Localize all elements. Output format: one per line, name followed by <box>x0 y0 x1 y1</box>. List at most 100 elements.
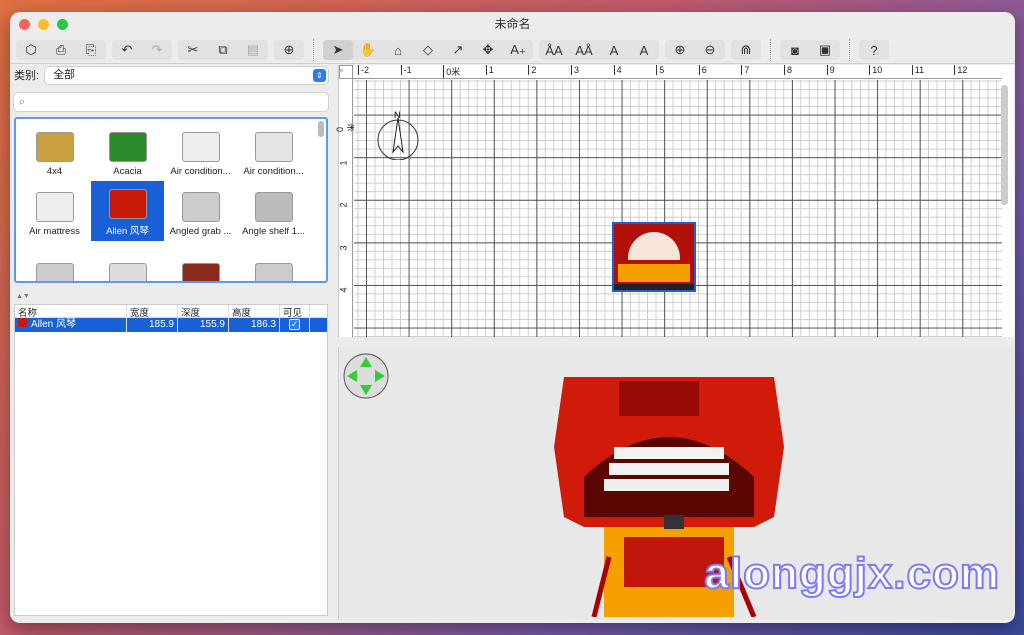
catalog-item-label: Angle shelf 1... <box>242 226 305 237</box>
scrollbar[interactable] <box>318 121 324 137</box>
ruler-tick-label: 2 <box>528 65 536 75</box>
furniture-thumbnail-icon <box>254 192 293 222</box>
plan-grid <box>354 80 1002 337</box>
video-icon[interactable]: ▣ <box>810 40 840 60</box>
ruler-tick-label: 10 <box>869 65 882 75</box>
search-input[interactable]: ⌕ <box>14 93 328 111</box>
title-bar: 未命名 <box>10 12 1015 37</box>
col-visible[interactable]: 可见 <box>280 305 310 319</box>
undo-icon[interactable]: ↶ <box>112 40 142 60</box>
catalog-item[interactable]: Acacia <box>91 121 164 181</box>
catalog-item[interactable]: Air condition... <box>237 121 310 181</box>
catalog-item-label: Acacia <box>113 166 142 177</box>
pan-icon[interactable]: ✋ <box>353 40 383 60</box>
horizontal-ruler: -2 -1 0米 1 2 3 4 5 6 7 8 9 10 11 12 <box>353 65 1002 79</box>
furniture-thumbnail-icon <box>108 132 147 162</box>
col-height[interactable]: 高度 <box>229 305 280 319</box>
category-value: 全部 <box>53 68 76 81</box>
navigation-arrows-icon[interactable] <box>343 353 389 399</box>
catalog-item[interactable]: 4x4 <box>18 121 91 181</box>
ruler-tick-label: 3 <box>571 65 579 75</box>
zoom-out-icon[interactable]: ⊖ <box>695 40 725 60</box>
open-icon[interactable]: ⎙ <box>46 40 76 60</box>
organ-icon <box>18 318 27 327</box>
close-button[interactable] <box>19 19 30 30</box>
paste-icon[interactable]: ▤ <box>238 40 268 60</box>
ruler-tick-label: 7 <box>741 65 749 75</box>
save-icon[interactable]: ⎘ <box>76 40 106 60</box>
row-depth: 155.9 <box>178 318 229 332</box>
catalog-item[interactable] <box>237 241 310 281</box>
catalog-item[interactable] <box>164 241 237 281</box>
visible-checkbox[interactable]: ✓ <box>289 319 300 330</box>
new-home-icon[interactable]: ⬡ <box>16 40 46 60</box>
catalog-item-label: Angled grab ... <box>169 226 232 237</box>
search-icon: ⌕ <box>19 96 26 108</box>
help-icon[interactable]: ? <box>859 40 889 60</box>
catalog-item[interactable] <box>18 241 91 281</box>
copy-icon[interactable]: ⧉ <box>208 40 238 60</box>
bold-icon[interactable]: A <box>599 40 629 60</box>
app-window: 未命名 ⬡ ⎙ ⎘ ↶ ↷ ✂ ⧉ ▤ ⊕ ➤ ✋ ⌂ ◇ ↗ ✥ A₊ ÅA AÅ A A ⊕ ⊖ ⋒ ◙ ▣? 类别: 全部… <box>10 12 1015 623</box>
ruler-tick-label: -1 <box>400 65 412 75</box>
toolbar-group: ◙ ▣ <box>780 40 840 60</box>
3d-view[interactable]: alonggjx.com <box>338 347 1014 619</box>
category-select[interactable]: 全部 ⇕ <box>45 66 328 84</box>
toolbar-group: ⬡ ⎙ ⎘ <box>16 40 106 60</box>
toolbar-group: ✂ ⧉ ▤ <box>178 40 268 60</box>
table-row[interactable]: Allen 风琴 185.9 155.9 186.3 ✓ <box>15 318 327 332</box>
italic-icon[interactable]: A <box>629 40 659 60</box>
create-rooms-icon[interactable]: ◇ <box>413 40 443 60</box>
furniture-catalog: 4x4 Acacia Air condition... Air condition..… <box>14 117 328 283</box>
zoom-button[interactable] <box>57 19 68 30</box>
magnetism-icon[interactable]: ⋒ <box>731 40 761 60</box>
create-dimensions-icon[interactable]: ✥ <box>473 40 503 60</box>
furniture-thumbnail-icon <box>254 132 293 162</box>
add-furniture-icon[interactable]: ⊕ <box>274 40 304 60</box>
compass-icon[interactable]: N <box>373 110 423 160</box>
plan-view[interactable]: ▫ -2 -1 0米 1 2 3 4 5 6 7 8 9 10 11 12 0米 1 2 3 4 N <box>335 65 1014 337</box>
selected-organ-plan[interactable] <box>612 222 696 292</box>
zoom-in-icon[interactable]: ⊕ <box>665 40 695 60</box>
catalog-item[interactable]: Angle shelf 1... <box>237 181 310 241</box>
add-text-icon[interactable]: A₊ <box>503 40 533 60</box>
photo-icon[interactable]: ◙ <box>780 40 810 60</box>
catalog-item[interactable]: Angled grab ... <box>164 181 237 241</box>
split-arrows-icon[interactable]: ▲▼ <box>16 293 30 300</box>
col-name[interactable]: 名称 <box>15 305 127 319</box>
cut-icon[interactable]: ✂ <box>178 40 208 60</box>
redo-icon[interactable]: ↷ <box>142 40 172 60</box>
modify-text-size-icon[interactable]: ÅA <box>539 40 569 60</box>
catalog-item-label: Air condition... <box>243 166 304 177</box>
decrease-text-size-icon[interactable]: AÅ <box>569 40 599 60</box>
compass-label: N <box>394 110 401 120</box>
furniture-thumbnail-icon <box>181 132 220 162</box>
left-panel: 类别: 全部 ⇕ ⌕ 4x4 Acacia Air condition... Air c… <box>14 65 328 619</box>
catalog-item[interactable]: Air mattress <box>18 181 91 241</box>
vertical-ruler: 0米 1 2 3 4 <box>335 79 357 337</box>
catalog-item-label: Allen 风琴 <box>106 226 149 237</box>
create-polylines-icon[interactable]: ↗ <box>443 40 473 60</box>
ruler-tick-label: 4 <box>338 287 349 293</box>
plan-scrollbar[interactable] <box>1001 85 1008 205</box>
ruler-corner: ▫ <box>339 65 353 79</box>
select-icon[interactable]: ➤ <box>323 40 353 60</box>
toolbar-group: ⊕ ⊖ <box>665 40 725 60</box>
furniture-thumbnail-icon <box>108 189 147 219</box>
catalog-item[interactable] <box>91 241 164 281</box>
catalog-item-label: Air condition... <box>170 166 231 177</box>
catalog-item[interactable]: Allen 风琴 <box>91 181 164 241</box>
ruler-tick-label: 1 <box>338 160 349 166</box>
toolbar-group: ? <box>859 40 889 60</box>
ruler-tick-label: 0米 <box>443 65 460 78</box>
window-title: 未命名 <box>494 17 531 31</box>
col-depth[interactable]: 深度 <box>178 305 229 319</box>
ruler-tick-label: 12 <box>954 65 967 75</box>
catalog-item[interactable]: Air condition... <box>164 121 237 181</box>
table-header: 名称 宽度 深度 高度 可见 <box>15 305 327 319</box>
create-walls-icon[interactable]: ⌂ <box>383 40 413 60</box>
col-width[interactable]: 宽度 <box>127 305 178 319</box>
minimize-button[interactable] <box>38 19 49 30</box>
category-label: 类别: <box>14 70 40 82</box>
furniture-thumbnail-icon <box>181 263 220 281</box>
